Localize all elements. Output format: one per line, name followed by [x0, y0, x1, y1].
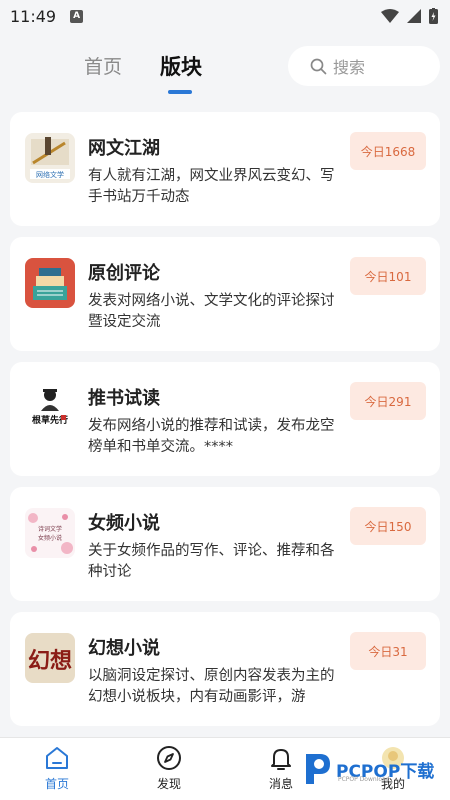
wangwen-icon-text: 网络文学 [36, 170, 64, 179]
today-count-badge: 今日101 [350, 257, 426, 295]
books-icon [25, 258, 75, 308]
board-desc: 发布网络小说的推荐和试读，发布龙空榜单和书单交流。**** [88, 418, 335, 455]
huanxiang-icon-text: 幻想 [28, 648, 72, 674]
watermark-sub: PCPOP Download [338, 776, 390, 783]
huanxiang-icon: 幻想 [25, 633, 75, 683]
board-title: 原创评论 [88, 263, 160, 284]
today-count-badge: 今日291 [350, 382, 426, 420]
nav-messages-label: 消息 [268, 777, 293, 791]
nav-home-label: 首页 [44, 777, 69, 791]
status-bar: 11:49 A [0, 0, 450, 32]
battery-icon [429, 8, 438, 24]
board-card-wangwen[interactable]: 网络文学 网文江湖 有人就有江湖，网文业界风云变幻、写手书站万千动态 今日166… [10, 112, 440, 226]
search-icon [310, 58, 327, 74]
header: 首页 版块 搜索 [0, 40, 450, 100]
nvpin-icon-text-2: 女频小说 [38, 534, 62, 542]
board-desc: 关于女频作品的写作、评论、推荐和各种讨论 [88, 543, 335, 580]
board-card-tuishu[interactable]: 根草先行 推书试读 发布网络小说的推荐和试读，发布龙空榜单和书单交流。**** … [10, 362, 440, 476]
nvpin-icon-text-1: 诗词文学 [38, 525, 62, 533]
nav-discover[interactable]: 发现 [129, 738, 209, 800]
today-count-badge: 今日1668 [350, 132, 426, 170]
board-desc: 发表对网络小说、文学文化的评论探讨暨设定交流 [88, 293, 335, 330]
tuishu-icon: 根草先行 [25, 383, 75, 433]
board-card-huanxiang[interactable]: 幻想 幻想小说 以脑洞设定探讨、原创内容发表为主的幻想小说板块，内有动画影评，游… [10, 612, 440, 726]
bell-icon [271, 749, 291, 770]
pcpop-logo-icon [306, 754, 330, 784]
home-icon [46, 747, 68, 769]
board-title: 女频小说 [88, 513, 160, 534]
board-title: 网文江湖 [88, 138, 160, 159]
search-placeholder: 搜索 [333, 58, 366, 77]
pcpop-watermark: PCPOP下载 PCPOP Download [302, 748, 447, 790]
tab-indicator [168, 90, 192, 94]
board-desc: 以脑洞设定探讨、原创内容发表为主的幻想小说板块，内有动画影评，游 [88, 668, 335, 705]
nav-discover-label: 发现 [156, 777, 181, 791]
nav-home[interactable]: 首页 [17, 738, 97, 800]
wangwen-icon: 网络文学 [25, 133, 75, 183]
compass-icon [157, 746, 181, 770]
status-time: 11:49 [10, 6, 57, 26]
board-card-yuanchuang[interactable]: 原创评论 发表对网络小说、文学文化的评论探讨暨设定交流 今日101 [10, 237, 440, 351]
female-novel-icon: 诗词文学 女频小说 [25, 508, 75, 558]
today-count-badge: 今日31 [350, 632, 426, 670]
tab-board[interactable]: 版块 [160, 51, 202, 81]
tab-home[interactable]: 首页 [84, 52, 122, 79]
signal-icon [407, 9, 421, 23]
search-input[interactable]: 搜索 [288, 46, 440, 86]
wifi-icon [381, 9, 399, 23]
notification-icon: A [70, 9, 84, 23]
today-count-badge: 今日150 [350, 507, 426, 545]
board-title: 幻想小说 [88, 638, 160, 659]
status-icons [381, 8, 438, 24]
board-desc: 有人就有江湖，网文业界风云变幻、写手书站万千动态 [88, 168, 335, 205]
board-title: 推书试读 [88, 388, 160, 409]
watermark-cn-text: 下载 [400, 761, 435, 782]
board-card-nvpin[interactable]: 诗词文学 女频小说 女频小说 关于女频作品的写作、评论、推荐和各种讨论 今日15… [10, 487, 440, 601]
